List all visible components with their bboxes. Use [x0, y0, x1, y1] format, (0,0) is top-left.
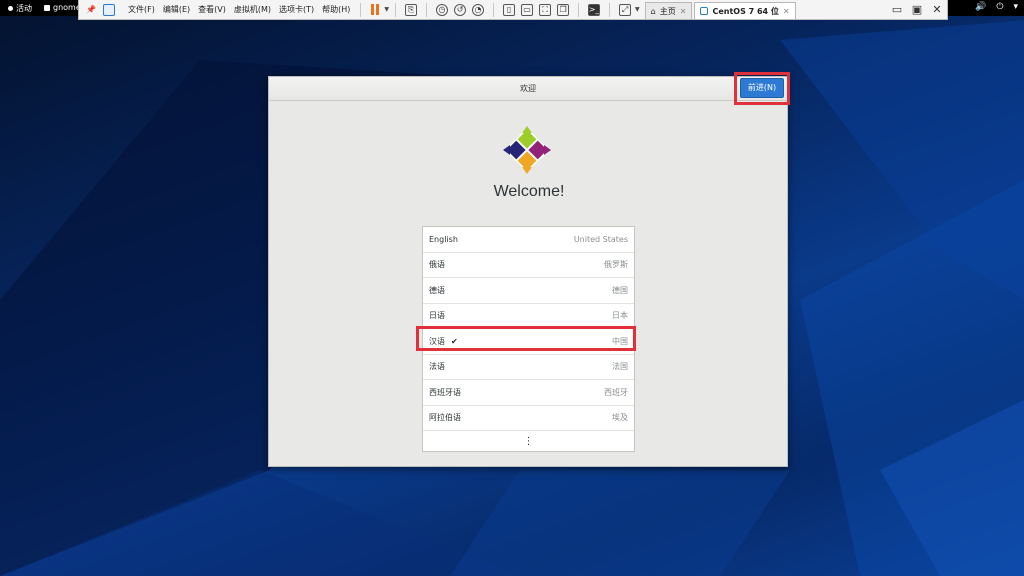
vmware-logo-icon — [103, 3, 115, 16]
toolbar-divider — [493, 2, 495, 17]
app-menu[interactable]: gnome — [44, 3, 81, 12]
minimize-icon[interactable]: ▭ — [891, 3, 903, 16]
menu-view[interactable]: 查看(V) — [194, 4, 230, 15]
more-options-icon: ⋮ — [523, 435, 534, 447]
tab-centos[interactable]: CentOS 7 64 位 ✕ — [694, 2, 796, 19]
send-ctrl-alt-del-icon[interactable]: ⎘ — [405, 3, 418, 16]
language-row-chinese[interactable]: 汉语 ✔ 中国 — [423, 329, 634, 355]
menu-edit[interactable]: 编辑(E) — [159, 4, 194, 15]
language-row-arabic[interactable]: 阿拉伯语 埃及 — [423, 406, 634, 431]
close-icon[interactable]: ✕ — [680, 7, 687, 16]
toolbar-divider — [360, 2, 362, 17]
system-tray[interactable]: 🔊 ⏻ ▾ — [975, 2, 1018, 12]
tab-home-label: 主页 — [659, 6, 676, 16]
snapshot-manager-icon[interactable]: ◔ — [472, 3, 485, 16]
language-region: 德国 — [612, 285, 628, 295]
window-controls: ▭ ▣ ✕ — [891, 3, 943, 16]
menu-file[interactable]: 文件(F) — [124, 4, 159, 15]
language-region: 俄罗斯 — [604, 260, 628, 270]
menu-help[interactable]: 帮助(H) — [318, 4, 354, 15]
tab-home[interactable]: ⌂ 主页 ✕ — [644, 2, 693, 19]
chevron-down-icon[interactable]: ▼ — [635, 6, 640, 13]
activities-button[interactable]: 活动 — [8, 3, 32, 14]
chevron-down-icon[interactable]: ▾ — [1013, 2, 1018, 12]
menu-vm[interactable]: 虚拟机(M) — [230, 4, 275, 15]
pin-icon[interactable]: 📌 — [85, 4, 97, 16]
language-row-german[interactable]: 德语 德国 — [423, 278, 634, 304]
volume-icon[interactable]: 🔊 — [975, 2, 986, 12]
toolbar-divider — [395, 2, 397, 17]
revert-snapshot-icon[interactable]: ↺ — [454, 3, 467, 16]
snapshot-icon[interactable]: ◷ — [436, 3, 449, 16]
language-region: 法国 — [612, 362, 628, 372]
language-native-name: 汉语 ✔ — [429, 336, 458, 346]
language-row-english[interactable]: English United States — [423, 227, 634, 253]
vmware-toolbar: 📌 文件(F) 编辑(E) 查看(V) 虚拟机(M) 选项卡(T) 帮助(H) … — [78, 0, 948, 20]
menu-tabs[interactable]: 选项卡(T) — [275, 4, 318, 15]
vm-icon — [700, 7, 709, 15]
power-icon[interactable]: ⏻ — [996, 2, 1003, 12]
home-icon: ⌂ — [650, 6, 656, 16]
language-native-name: 西班牙语 — [429, 387, 461, 397]
tab-centos-label: CentOS 7 64 位 — [712, 6, 779, 16]
language-row-japanese[interactable]: 日语 日本 — [423, 304, 634, 329]
language-native-name: 俄语 — [429, 260, 445, 270]
activities-label: 活动 — [16, 4, 32, 13]
restore-icon[interactable]: ▣ — [911, 3, 923, 16]
app-menu-label: gnome — [53, 3, 81, 12]
language-native-name: 日语 — [429, 311, 445, 321]
language-row-spanish[interactable]: 西班牙语 西班牙 — [423, 380, 634, 406]
fullscreen-icon[interactable]: ⛶ — [539, 3, 552, 16]
close-icon[interactable]: ✕ — [783, 7, 790, 16]
language-native-name: 德语 — [429, 285, 445, 295]
chevron-down-icon[interactable]: ▼ — [384, 6, 389, 13]
dialog-header: 欢迎 — [269, 77, 787, 101]
toolbar-divider — [426, 2, 428, 17]
pause-icon[interactable] — [371, 4, 380, 15]
toolbar-divider — [578, 2, 580, 17]
language-region: United States — [573, 234, 628, 244]
language-row-french[interactable]: 法语 法国 — [423, 355, 634, 380]
welcome-heading: Welcome! — [493, 183, 565, 200]
toolbar-divider — [609, 2, 611, 17]
menu-bar: 文件(F) 编辑(E) 查看(V) 虚拟机(M) 选项卡(T) 帮助(H) — [121, 0, 357, 19]
language-native-name: 法语 — [429, 362, 445, 372]
checkmark-icon: ✔ — [451, 336, 458, 346]
stretch-icon[interactable]: ⤢ — [619, 3, 632, 16]
language-region: 埃及 — [612, 413, 628, 423]
activities-icon — [8, 6, 13, 11]
unity-icon[interactable]: ❐ — [557, 3, 570, 16]
language-row-russian[interactable]: 俄语 俄罗斯 — [423, 253, 634, 278]
language-region: 西班牙 — [604, 387, 628, 397]
next-button[interactable]: 前进(N) — [740, 78, 784, 98]
language-region: 日本 — [612, 311, 628, 321]
language-list: English United States 俄语 俄罗斯 德语 德国 日语 日本… — [422, 226, 635, 452]
language-native-name: English — [429, 234, 458, 244]
sidebar-toggle-icon[interactable]: ▯ — [503, 3, 516, 16]
dialog-title: 欢迎 — [520, 84, 536, 93]
centos-logo-icon — [503, 126, 551, 174]
language-region: 中国 — [612, 336, 628, 346]
app-menu-icon — [44, 4, 50, 11]
close-icon[interactable]: ✕ — [931, 3, 943, 16]
console-icon[interactable]: >_ — [588, 3, 601, 16]
language-native-name: 阿拉伯语 — [429, 413, 461, 423]
welcome-dialog: 欢迎 Welcome! English United States 俄语 俄罗斯… — [268, 76, 788, 467]
more-languages-button[interactable]: ⋮ — [423, 431, 634, 451]
thumbnail-bar-icon[interactable]: ▭ — [521, 3, 534, 16]
next-button-highlight: 前进(N) — [734, 72, 790, 105]
